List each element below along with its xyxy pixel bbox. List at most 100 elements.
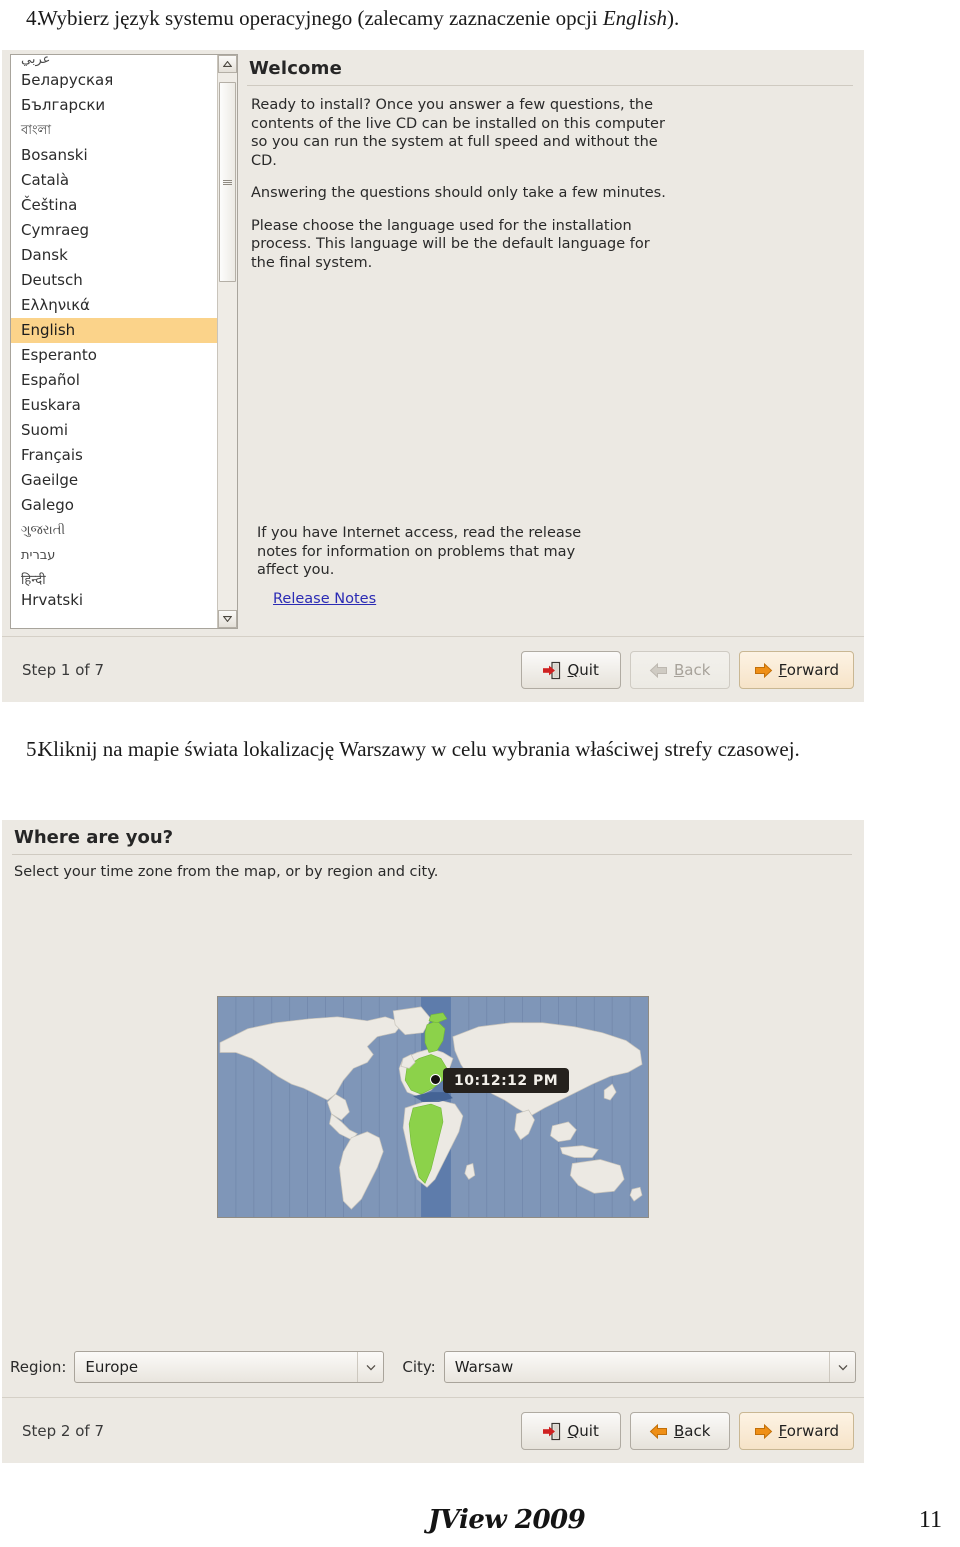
city-label: City:	[402, 1358, 436, 1376]
back-button[interactable]: Back	[629, 651, 730, 689]
quit-icon	[543, 661, 561, 679]
language-list-item[interactable]: Български	[11, 93, 217, 118]
language-list-item[interactable]: Euskara	[11, 393, 217, 418]
region-city-row: Region: Europe City: Warsaw	[10, 1350, 856, 1384]
timezone-step-footer: Step 2 of 7 Quit Back Forward	[2, 1397, 864, 1464]
page-footer: JView 2009 11	[0, 1498, 960, 1542]
language-list-item[interactable]: Español	[11, 368, 217, 393]
forward-button[interactable]: Forward	[738, 1412, 854, 1450]
language-list-item[interactable]: עברית	[11, 543, 217, 568]
installer-window-language: عربي Беларуская Български বাংলা Bosanski Cata…	[2, 50, 864, 702]
back-button[interactable]: Back	[629, 1412, 730, 1450]
step-4-text-after: ).	[667, 6, 680, 30]
city-selected-value: Warsaw	[454, 1358, 514, 1376]
scroll-up-arrow-icon[interactable]	[218, 55, 237, 73]
step-5-number: 5.	[26, 737, 42, 761]
release-notes-block: If you have Internet access, read the re…	[251, 524, 587, 608]
navigation-buttons: Quit Back Forward	[520, 651, 854, 689]
world-map[interactable]: 10:12:12 PM	[217, 996, 649, 1218]
language-list-item[interactable]: Čeština	[11, 193, 217, 218]
world-map-graphic	[218, 997, 648, 1217]
chevron-down-icon[interactable]	[357, 1352, 383, 1382]
back-mnemonic: B	[673, 1422, 685, 1440]
chevron-down-icon[interactable]	[829, 1352, 855, 1382]
language-list-scrollbar[interactable]	[217, 55, 237, 628]
language-list-item[interactable]: Dansk	[11, 243, 217, 268]
language-list-item[interactable]: Bosanski	[11, 143, 217, 168]
step-indicator: Step 2 of 7	[22, 1422, 105, 1440]
language-list-item[interactable]: Català	[11, 168, 217, 193]
step-4-text-before: Wybierz język systemu operacyjnego (zale…	[38, 6, 603, 30]
scroll-down-arrow-icon[interactable]	[218, 610, 237, 628]
language-list-item[interactable]: Galego	[11, 493, 217, 518]
map-location-marker-icon	[430, 1074, 441, 1085]
welcome-title: Welcome	[249, 58, 342, 79]
quit-icon	[543, 1422, 561, 1440]
step-5-text: Kliknij na mapie świata lokalizację Wars…	[38, 737, 800, 761]
installer-window-timezone: Where are you? Select your time zone fro…	[2, 820, 864, 1463]
language-list-item[interactable]: English	[11, 318, 217, 343]
back-label-rest: ack	[684, 661, 711, 679]
language-list-item[interactable]: Français	[11, 443, 217, 468]
instruction-step-4: 4. Wybierz język systemu operacyjnego (z…	[0, 4, 960, 33]
language-list[interactable]: عربي Беларуская Български বাংলা Bosanski Cata…	[11, 55, 217, 628]
language-list-item[interactable]: Cymraeg	[11, 218, 217, 243]
language-list-frame: عربي Беларуская Български বাংলা Bosanski Cata…	[10, 54, 238, 629]
instruction-step-5: 5. Kliknij na mapie świata lokalizację W…	[0, 735, 960, 764]
step-4-emphasis: English	[602, 6, 668, 30]
language-list-item[interactable]: Suomi	[11, 418, 217, 443]
region-selected-value: Europe	[85, 1358, 139, 1376]
quit-label-rest: uit	[579, 661, 599, 679]
timezone-title: Where are you?	[14, 827, 174, 848]
step-4-text: Wybierz język systemu operacyjnego (zale…	[38, 4, 960, 33]
step-indicator: Step 1 of 7	[22, 661, 105, 679]
quit-mnemonic: Q	[567, 661, 580, 679]
forward-button-label: Forward	[779, 661, 839, 679]
language-step-body: عربي Беларуская Български বাংলা Bosanski Cata…	[2, 50, 864, 635]
quit-label-rest: uit	[579, 1422, 599, 1440]
timezone-subtitle: Select your time zone from the map, or b…	[14, 864, 439, 880]
forward-mnemonic: F	[778, 661, 787, 679]
language-list-item[interactable]: Hrvatski	[11, 593, 217, 607]
quit-button[interactable]: Quit	[520, 651, 621, 689]
language-list-item[interactable]: Ελληνικά	[11, 293, 217, 318]
welcome-pane: Welcome Ready to install? Once you answe…	[245, 54, 855, 629]
back-label-rest: ack	[684, 1422, 711, 1440]
city-select[interactable]: Warsaw	[443, 1351, 856, 1383]
map-clock-tooltip: 10:12:12 PM	[443, 1068, 570, 1093]
welcome-paragraph-1: Ready to install? Once you answer a few …	[251, 97, 665, 169]
footer-brand: JView 2009	[428, 1505, 586, 1535]
language-list-item[interactable]: عربي	[11, 55, 217, 68]
language-list-item[interactable]: Беларуская	[11, 68, 217, 93]
language-list-item[interactable]: Esperanto	[11, 343, 217, 368]
title-divider	[12, 854, 852, 855]
quit-button[interactable]: Quit	[520, 1412, 621, 1450]
language-list-item[interactable]: Deutsch	[11, 268, 217, 293]
forward-arrow-icon	[754, 1423, 772, 1439]
release-notes-link[interactable]: Release Notes	[273, 591, 376, 607]
back-arrow-icon	[649, 662, 667, 678]
title-divider	[247, 85, 853, 86]
region-label: Region:	[10, 1358, 67, 1376]
step-4-number: 4.	[26, 6, 42, 30]
language-list-item[interactable]: বাংলা	[11, 118, 217, 143]
back-mnemonic: B	[673, 661, 685, 679]
region-select[interactable]: Europe	[74, 1351, 385, 1383]
forward-mnemonic: F	[778, 1422, 787, 1440]
forward-label-rest: orward	[786, 1422, 839, 1440]
back-arrow-icon	[649, 1423, 667, 1439]
forward-button[interactable]: Forward	[738, 651, 854, 689]
language-list-item[interactable]: ગુજરાતી	[11, 518, 217, 543]
scrollbar-grip-icon	[223, 179, 232, 185]
language-list-item[interactable]: हिन्दी	[11, 568, 217, 593]
page-number: 11	[918, 1506, 942, 1533]
language-list-item[interactable]: Gaeilge	[11, 468, 217, 493]
scrollbar-thumb[interactable]	[219, 82, 236, 282]
quit-button-label: Quit	[567, 661, 598, 679]
welcome-paragraph-4: If you have Internet access, read the re…	[257, 525, 582, 579]
navigation-buttons: Quit Back Forward	[520, 1412, 854, 1450]
forward-label-rest: orward	[786, 661, 839, 679]
quit-button-label: Quit	[567, 1422, 598, 1440]
timezone-header: Where are you? Select your time zone fro…	[12, 824, 852, 880]
back-button-label: Back	[674, 661, 710, 679]
